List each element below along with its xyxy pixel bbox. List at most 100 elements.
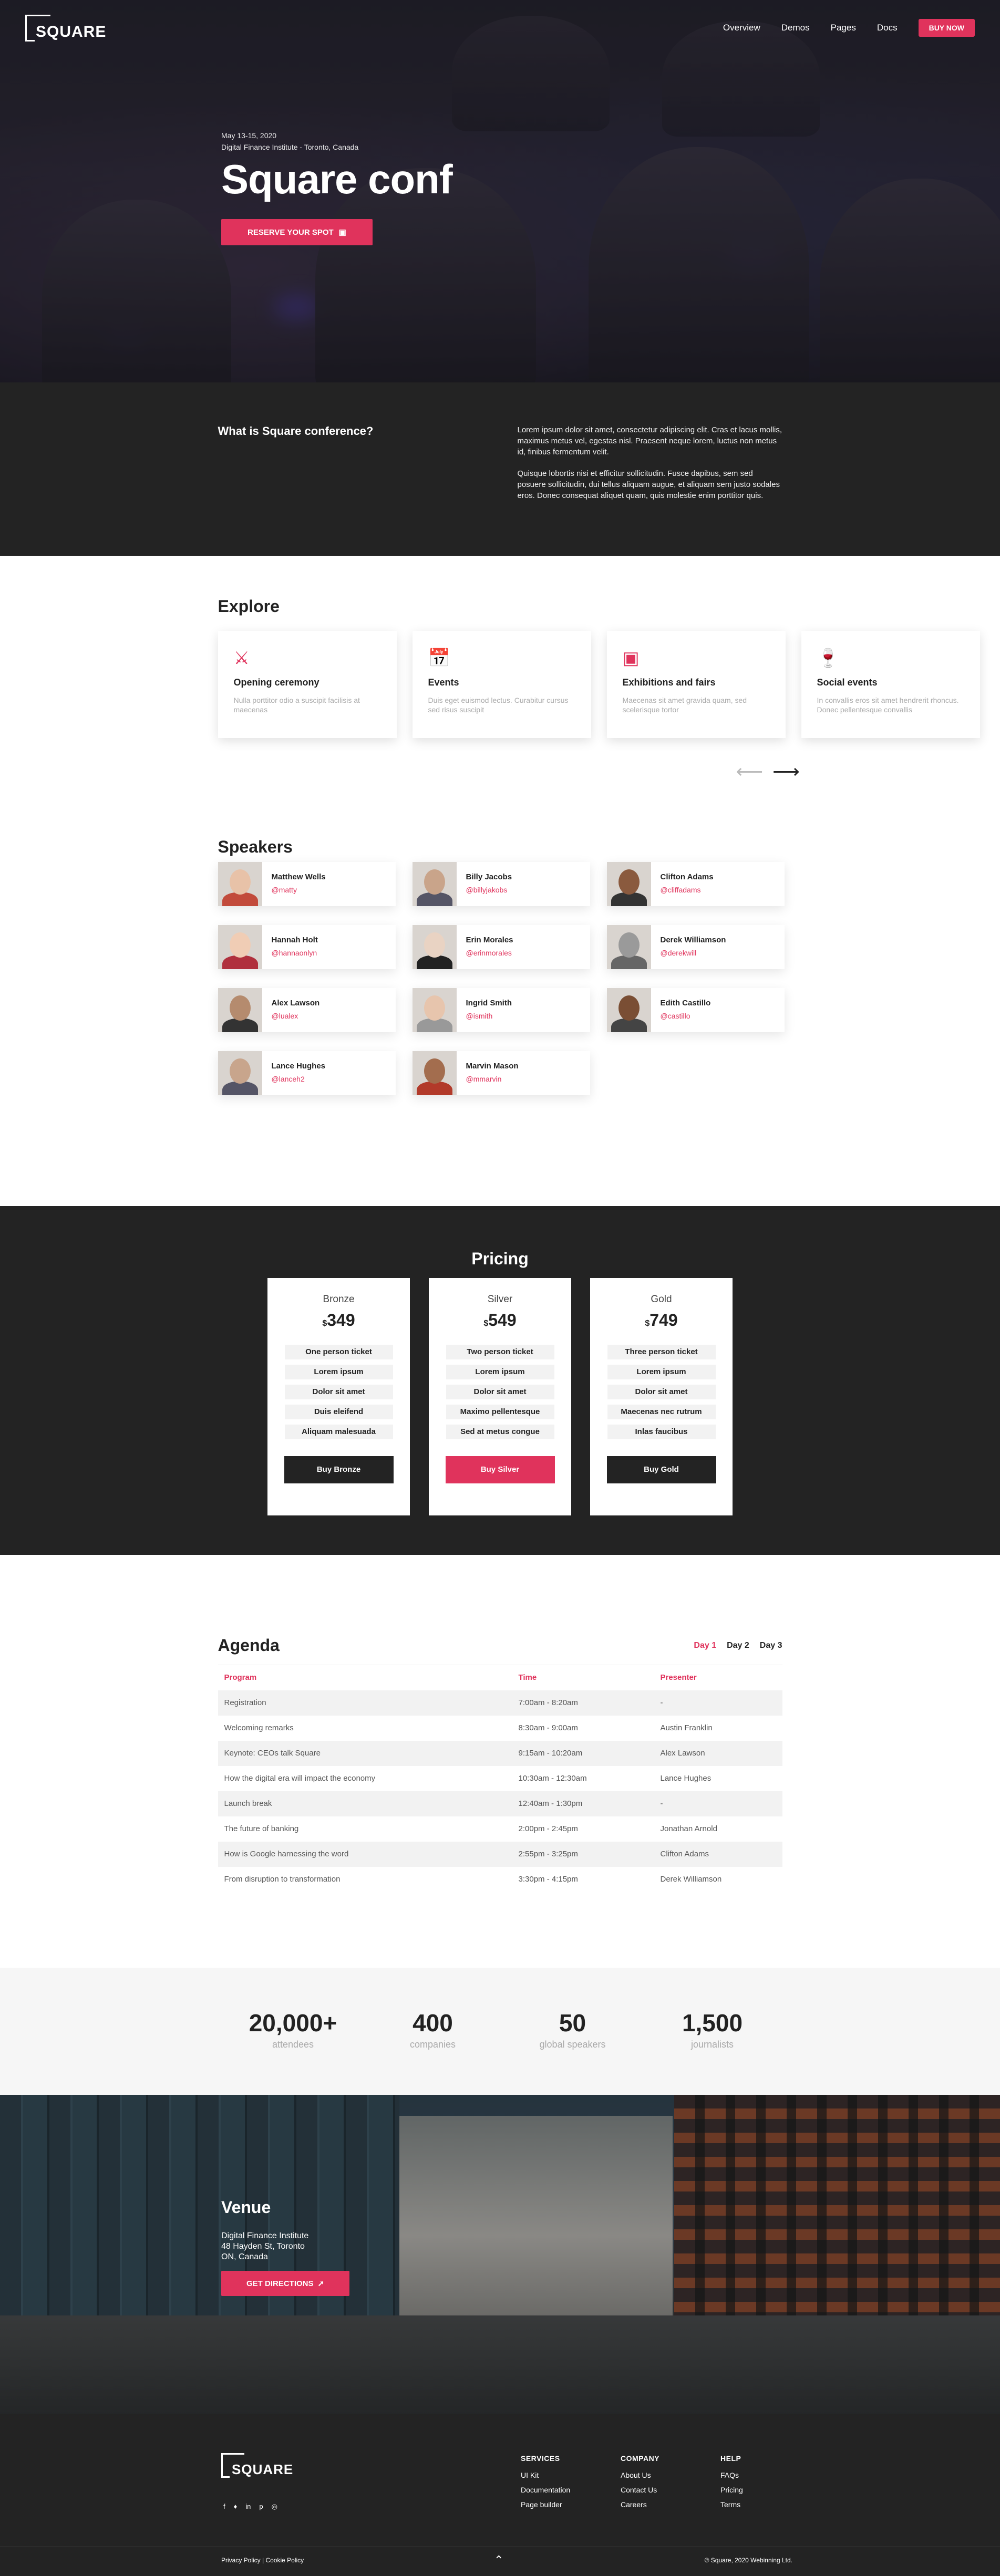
card-title: Exhibitions and fairs	[623, 677, 770, 688]
table-row: Registration7:00am - 8:20am-	[218, 1690, 782, 1716]
speaker-handle[interactable]: @lualex	[272, 1012, 320, 1020]
footer-link[interactable]: Pricing	[720, 2486, 820, 2494]
speaker-handle[interactable]: @mmarvin	[466, 1075, 519, 1083]
plan-name: Bronze	[267, 1294, 410, 1305]
table-cell: 8:30am - 9:00am	[512, 1716, 654, 1741]
avatar	[413, 925, 457, 969]
get-directions-button[interactable]: GET DIRECTIONS➚	[221, 2271, 349, 2296]
facebook-icon[interactable]: f	[223, 2502, 225, 2511]
tab-day-1[interactable]: Day 1	[694, 1641, 716, 1650]
nav-overview[interactable]: Overview	[723, 23, 760, 33]
speakers-grid: Matthew Wells @matty Billy Jacobs@billyjak…	[218, 862, 782, 1095]
explore-card[interactable]: 🍷 Social events In convallis eros sit am…	[801, 631, 980, 738]
linkedin-icon[interactable]: in	[245, 2502, 251, 2511]
plan-price: $749	[590, 1311, 733, 1330]
speaker-name: Ingrid Smith	[466, 999, 512, 1007]
footer-link[interactable]: About Us	[621, 2471, 720, 2479]
table-cell: Welcoming remarks	[218, 1716, 512, 1741]
speaker-handle[interactable]: @matty	[272, 886, 326, 894]
pinterest-icon[interactable]: p	[259, 2502, 263, 2511]
speaker-card[interactable]: Ingrid Smith @ismith	[413, 988, 590, 1032]
explore-card[interactable]: ▣ Exhibitions and fairs Maecenas sit ame…	[607, 631, 786, 738]
carousel-arrows: ⟵ ⟶	[736, 762, 800, 781]
speaker-card[interactable]: Derek Williamson@derekwill	[607, 925, 785, 969]
about-paragraph: Quisque lobortis nisi et efficitur solli…	[518, 468, 782, 501]
speaker-handle[interactable]: @billyjakobs	[466, 886, 512, 894]
footer-link[interactable]: FAQs	[720, 2471, 820, 2479]
footer-col-help: HELP FAQs Pricing Terms	[720, 2454, 820, 2515]
legal-links[interactable]: Privacy Policy | Cookie Policy	[221, 2557, 304, 2564]
footer-link[interactable]: Contact Us	[621, 2486, 720, 2494]
brand-logo[interactable]: SQUARE	[25, 15, 109, 41]
explore-card[interactable]: ⚔ Opening ceremony Nulla porttitor odio …	[218, 631, 397, 738]
speaker-name: Marvin Mason	[466, 1062, 519, 1071]
speaker-card[interactable]: Matthew Wells @matty	[218, 862, 396, 906]
exhibition-icon: ▣	[623, 647, 644, 670]
speaker-card[interactable]: Lance Hughes@lanceh2	[218, 1051, 396, 1095]
footer-link[interactable]: Page builder	[521, 2500, 621, 2509]
nav-demos[interactable]: Demos	[781, 23, 810, 33]
twitter-icon[interactable]: ♦	[234, 2502, 238, 2511]
speaker-card[interactable]: Edith Castillo@castillo	[607, 988, 785, 1032]
buy-silver-button[interactable]: Buy Silver	[446, 1456, 555, 1483]
speaker-handle[interactable]: @ismith	[466, 1012, 512, 1020]
card-text: Nulla porttitor odio a suscipit facilisi…	[234, 695, 381, 714]
dribbble-icon[interactable]: ◎	[272, 2502, 277, 2511]
speaker-card[interactable]: Alex Lawson@lualex	[218, 988, 396, 1032]
buy-bronze-button[interactable]: Buy Bronze	[284, 1456, 394, 1483]
avatar	[413, 1051, 457, 1095]
speaker-card[interactable]: Clifton Adams@cliffadams	[607, 862, 785, 906]
footer-link[interactable]: Terms	[720, 2500, 820, 2509]
buy-gold-button[interactable]: Buy Gold	[607, 1456, 716, 1483]
footer-logo[interactable]: SQUARE	[221, 2453, 305, 2479]
table-cell: 3:30pm - 4:15pm	[512, 1867, 654, 1892]
plan-feature: Dolor sit amet	[446, 1385, 554, 1399]
speaker-handle[interactable]: @lanceh2	[272, 1075, 326, 1083]
stat: 20,000+attendees	[238, 2009, 348, 2050]
speaker-name: Hannah Holt	[272, 936, 318, 944]
stat: 1,500journalists	[657, 2009, 768, 2050]
buy-now-button[interactable]: BUY NOW	[919, 19, 975, 37]
tab-day-2[interactable]: Day 2	[727, 1641, 749, 1650]
explore-card[interactable]: 📅 Events Duis eget euismod lectus. Curab…	[413, 631, 591, 738]
footer-link[interactable]: Documentation	[521, 2486, 621, 2494]
table-row: Welcoming remarks8:30am - 9:00amAustin F…	[218, 1716, 782, 1741]
speaker-handle[interactable]: @hannaonlyn	[272, 949, 318, 957]
speaker-card[interactable]: Hannah Holt @hannaonlyn	[218, 925, 396, 969]
speaker-card[interactable]: Marvin Mason @mmarvin	[413, 1051, 590, 1095]
avatar	[218, 862, 262, 906]
footer-link[interactable]: UI Kit	[521, 2471, 621, 2479]
card-title: Opening ceremony	[234, 677, 381, 688]
speaker-card[interactable]: Billy Jacobs@billyjakobs	[413, 862, 590, 906]
table-cell: 7:00am - 8:20am	[512, 1690, 654, 1716]
speaker-card[interactable]: Erin Morales @erinmorales	[413, 925, 590, 969]
arrow-right-icon[interactable]: ⟶	[772, 762, 800, 781]
venue-address: Digital Finance Institute48 Hayden St, T…	[221, 2231, 349, 2262]
plan-feature: Inlas faucibus	[607, 1425, 716, 1439]
speaker-name: Erin Morales	[466, 936, 513, 944]
reserve-spot-button[interactable]: RESERVE YOUR SPOT▣	[221, 219, 373, 245]
arrow-left-icon[interactable]: ⟵	[736, 762, 764, 781]
table-cell: How the digital era will impact the econ…	[218, 1766, 512, 1791]
speaker-handle[interactable]: @castillo	[661, 1012, 711, 1020]
nav-pages[interactable]: Pages	[831, 23, 856, 33]
plan-feature: Maximo pellentesque	[446, 1405, 554, 1419]
speaker-handle[interactable]: @derekwill	[661, 949, 726, 957]
speaker-handle[interactable]: @cliffadams	[661, 886, 714, 894]
tab-day-3[interactable]: Day 3	[760, 1641, 782, 1650]
speaker-name: Matthew Wells	[272, 872, 326, 881]
plan-feature: Lorem ipsum	[607, 1365, 716, 1379]
cheers-icon: 🍷	[817, 647, 838, 670]
copyright: © Square, 2020 Webinning Ltd.	[705, 2557, 792, 2564]
social-links: f ♦ in p ◎	[223, 2502, 277, 2511]
avatar	[218, 1051, 262, 1095]
stats-section: 20,000+attendees 400companies 50global s…	[0, 1968, 1000, 2095]
card-text: Maecenas sit amet gravida quam, sed scel…	[623, 695, 770, 714]
scroll-top-icon[interactable]: ⌃	[494, 2553, 503, 2567]
nav-docs[interactable]: Docs	[877, 23, 898, 33]
ticket-icon: ▣	[339, 227, 346, 237]
hero-overlay	[0, 0, 1000, 382]
speaker-handle[interactable]: @erinmorales	[466, 949, 513, 957]
footer-link[interactable]: Careers	[621, 2500, 720, 2509]
hero-content: May 13-15, 2020 Digital Finance Institut…	[221, 131, 452, 245]
